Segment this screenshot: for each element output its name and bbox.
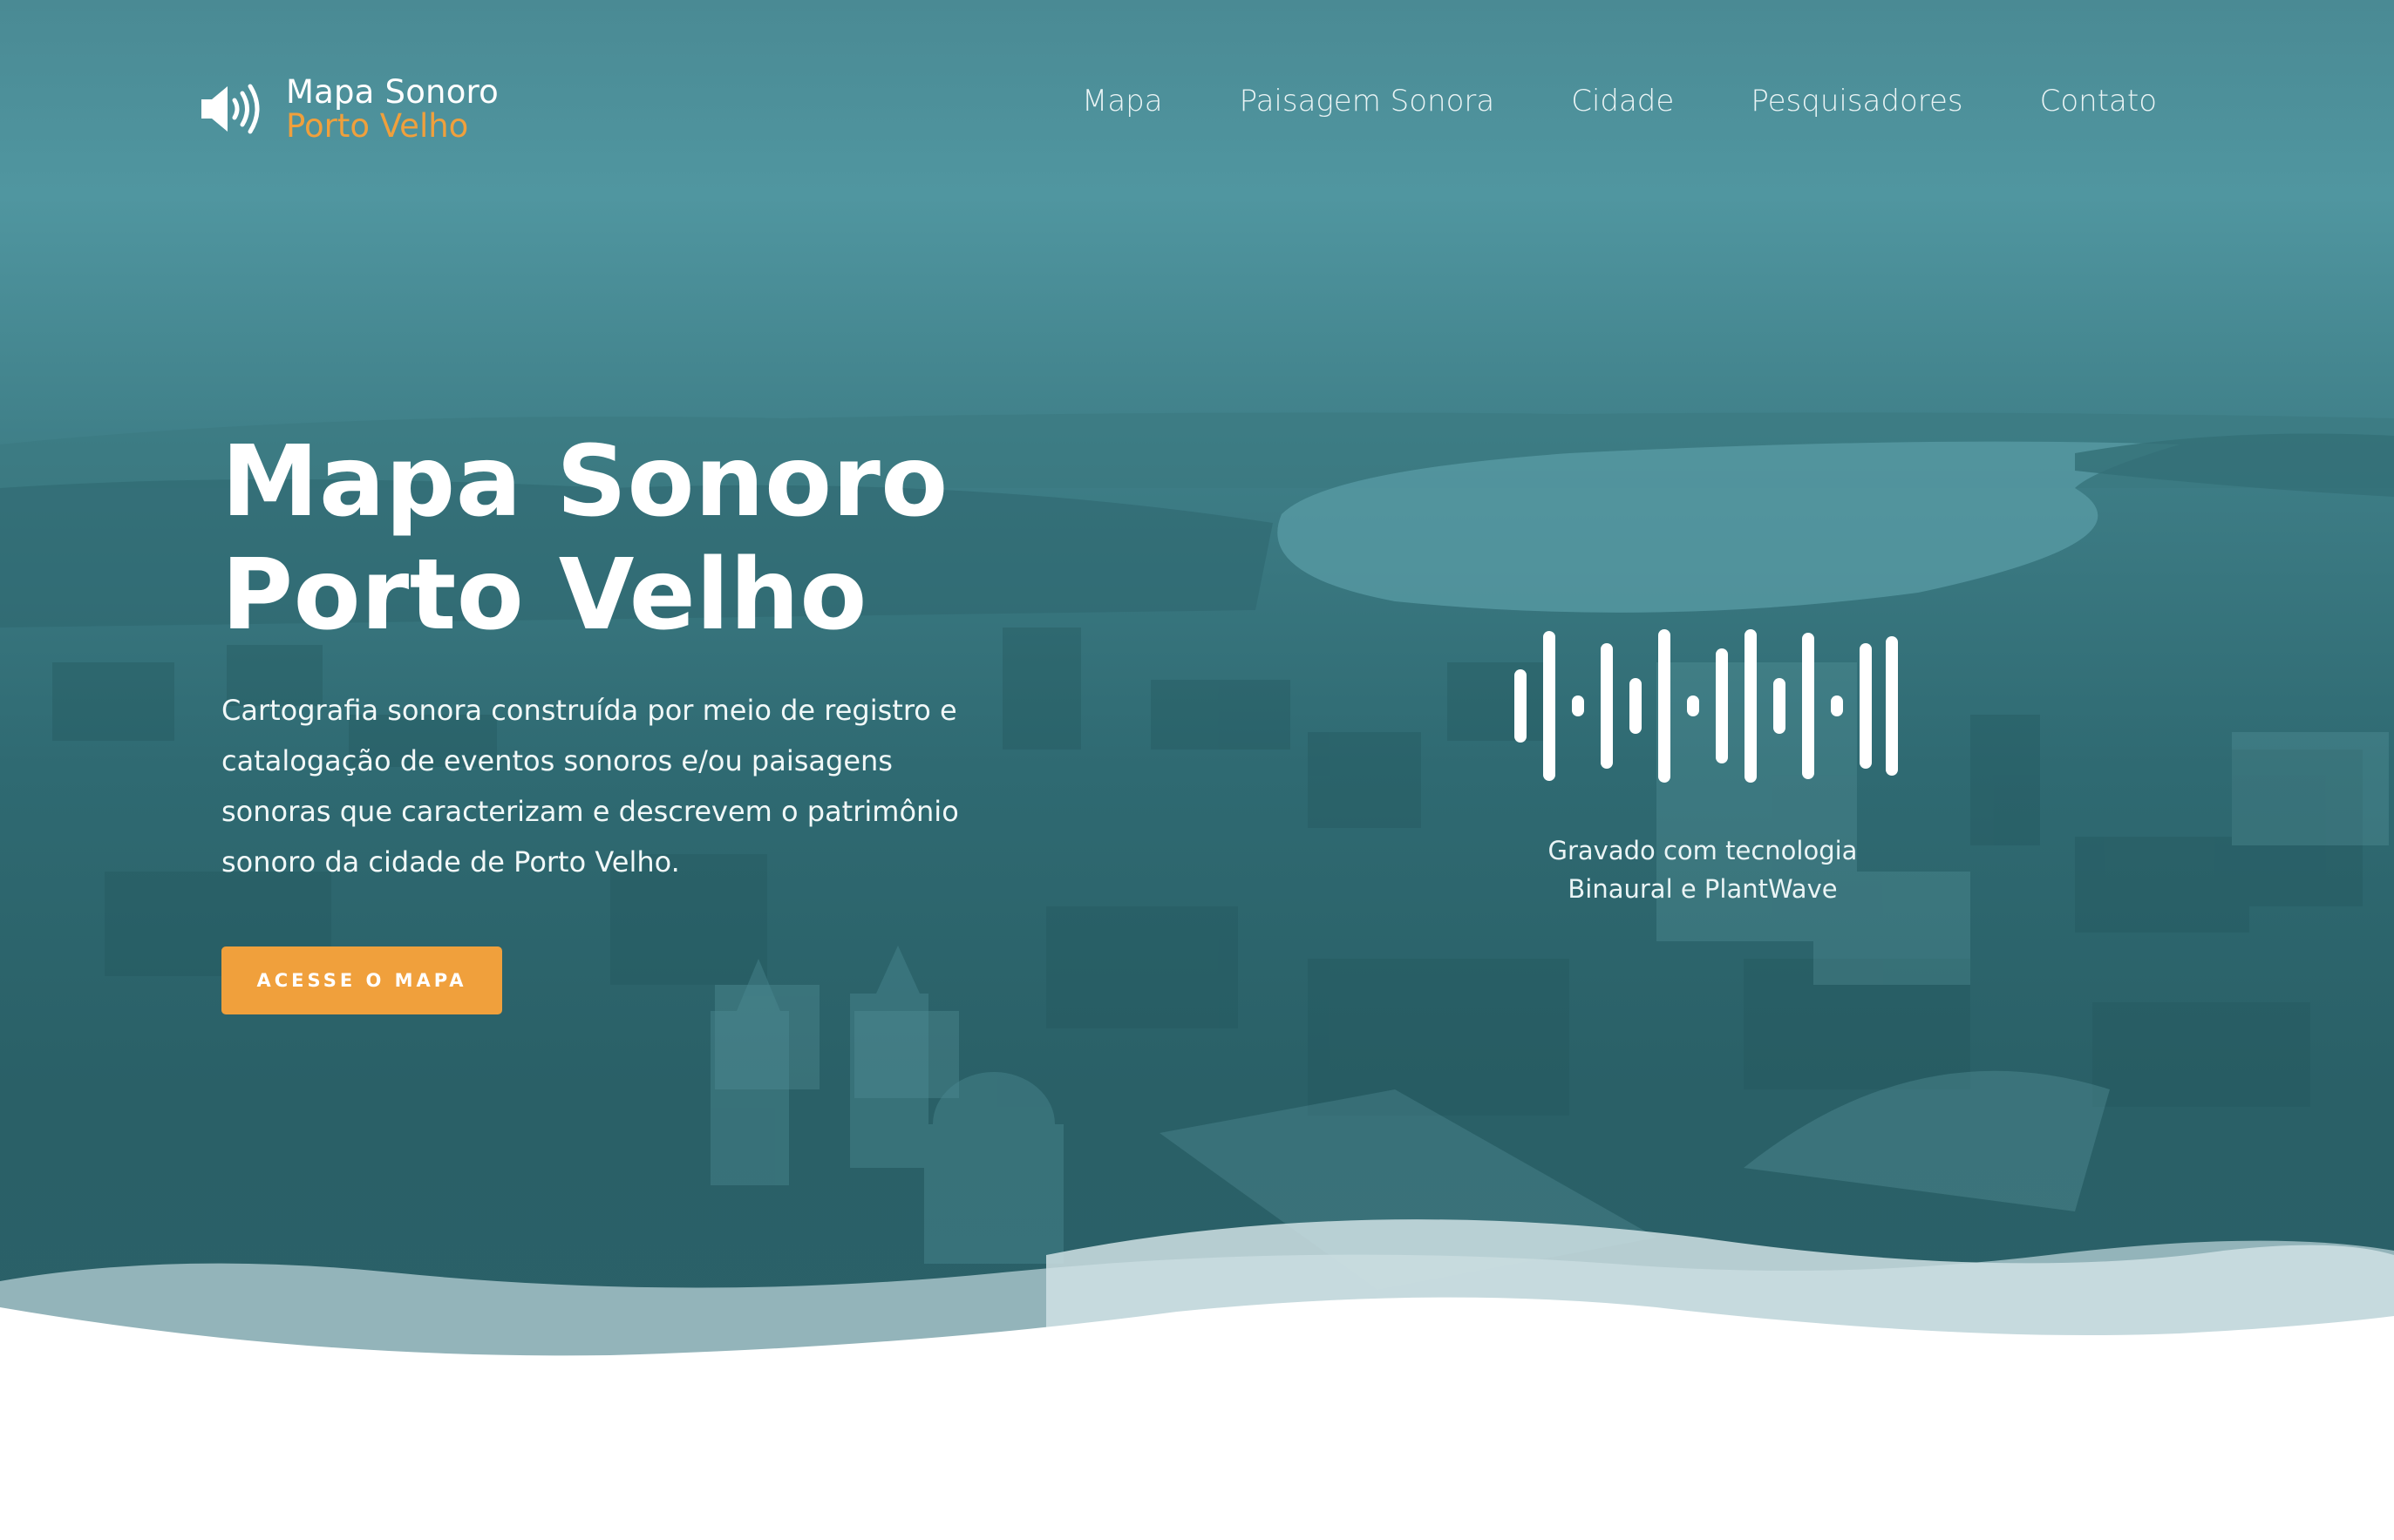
hero-title-line2: Porto Velho [221, 539, 867, 652]
nav-item-pesquisadores[interactable]: Pesquisadores [1751, 84, 1962, 119]
recording-line1: Gravado com tecnologia [1547, 836, 1858, 865]
access-map-button[interactable]: ACESSE O MAPA [221, 946, 502, 1014]
main-nav: Mapa Paisagem Sonora Cidade Pesquisadore… [1082, 84, 2157, 119]
nav-item-cidade[interactable]: Cidade [1571, 84, 1674, 119]
logo-text: Mapa Sonoro Porto Velho [286, 76, 499, 142]
recording-technology-note: Gravado com tecnologia Binaural e PlantW… [1485, 831, 1921, 908]
logo-subtitle: Porto Velho [286, 107, 469, 145]
hero-section: Mapa Sonoro Porto Velho Mapa Paisagem So… [0, 0, 2394, 1394]
site-logo[interactable]: Mapa Sonoro Porto Velho [199, 70, 499, 148]
logo-title: Mapa Sonoro [286, 73, 499, 111]
recording-line2: Binaural e PlantWave [1568, 874, 1838, 904]
nav-item-paisagem-sonora[interactable]: Paisagem Sonora [1240, 84, 1495, 119]
hero-title: Mapa Sonoro Porto Velho [221, 425, 949, 652]
speaker-volume-icon [201, 84, 260, 134]
nav-item-mapa[interactable]: Mapa [1082, 84, 1163, 119]
sound-wave-icon [1514, 629, 1898, 783]
site-header: Mapa Sonoro Porto Velho Mapa Paisagem So… [0, 0, 2394, 218]
nav-item-contato[interactable]: Contato [2040, 84, 2157, 119]
hero-description: Cartografia sonora construída por meio d… [221, 694, 959, 879]
decorative-waves [0, 1219, 2394, 1540]
hero-title-line1: Mapa Sonoro [221, 425, 949, 539]
